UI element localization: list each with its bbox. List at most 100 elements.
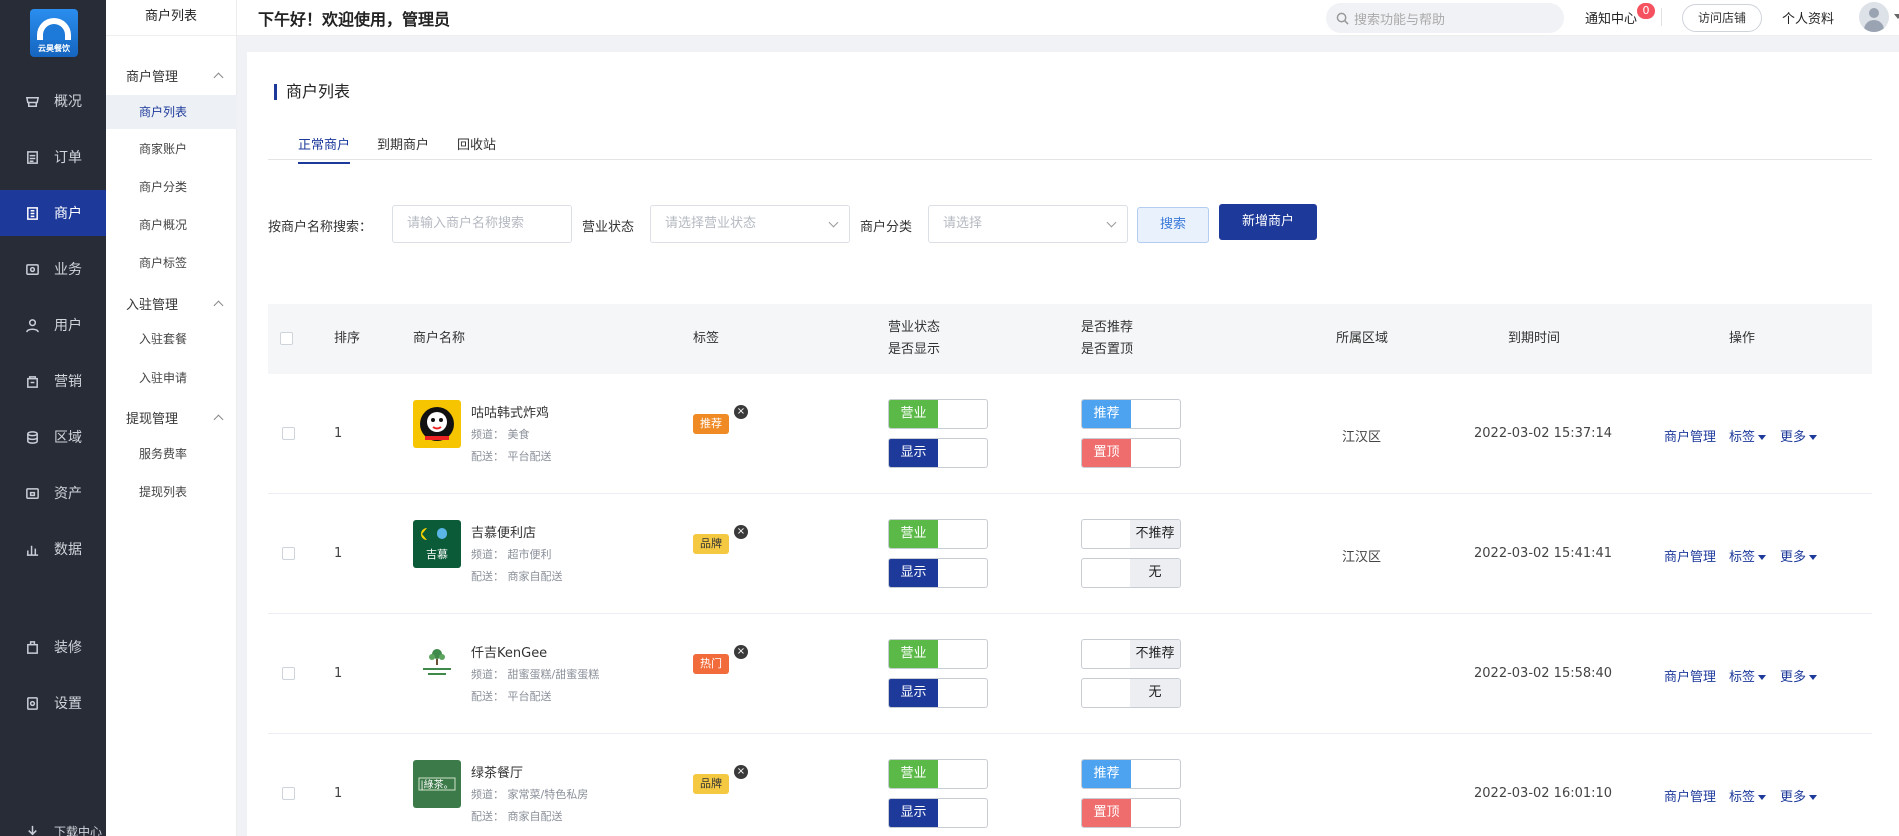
merchant-name-input[interactable]: 请输入商户名称搜索	[392, 205, 572, 243]
pin-top-toggle[interactable]: 无	[1081, 558, 1181, 588]
nav-item-download[interactable]: 下载中心	[0, 816, 106, 836]
merchant-category-select[interactable]: 请选择	[928, 205, 1128, 243]
submenu-group-merchant[interactable]: 商户管理	[126, 66, 226, 85]
caret-down-icon	[1809, 795, 1818, 800]
display-toggle[interactable]: 显示	[888, 438, 988, 468]
more-dropdown[interactable]: 更多	[1780, 786, 1818, 805]
remove-tag-icon[interactable]: ×	[734, 765, 748, 779]
nav-item-orders[interactable]: 订单	[0, 134, 106, 180]
nav-label: 商户	[54, 206, 82, 222]
submenu-group-onboarding[interactable]: 入驻管理	[126, 294, 226, 313]
tag-dropdown-label: 标签	[1729, 670, 1756, 685]
row-checkbox[interactable]	[282, 547, 295, 560]
caret-down-icon	[1758, 675, 1767, 680]
caret-down-icon[interactable]	[1894, 14, 1899, 19]
recommend-toggle[interactable]: 不推荐	[1081, 639, 1181, 669]
submenu-title: 商户列表	[106, 0, 236, 36]
remove-tag-icon[interactable]: ×	[734, 525, 748, 539]
remove-tag-icon[interactable]: ×	[734, 405, 748, 419]
nav-item-overview[interactable]: 概况	[0, 78, 106, 124]
tag-dropdown[interactable]: 标签	[1729, 546, 1767, 565]
tab-expired-merchants[interactable]: 到期商户	[377, 134, 429, 162]
pin-top-toggle[interactable]: 置顶	[1081, 438, 1181, 468]
merchant-name[interactable]: 仟吉KenGee	[471, 642, 547, 661]
tab-normal-merchants[interactable]: 正常商户	[298, 134, 351, 164]
toggle-off-label: 无	[1130, 559, 1180, 587]
submenu-item-service-rate[interactable]: 服务费率	[106, 437, 237, 471]
pin-top-toggle[interactable]: 无	[1081, 678, 1181, 708]
submenu-item-withdraw-list[interactable]: 提现列表	[106, 475, 237, 509]
toggle-on-label: 营业	[889, 640, 938, 668]
notification-center-link[interactable]: 通知中心	[1585, 8, 1637, 27]
greeting-text: 下午好！欢迎使用，管理员	[258, 10, 451, 29]
more-dropdown[interactable]: 更多	[1780, 666, 1818, 685]
visit-store-button[interactable]: 访问店铺	[1682, 4, 1762, 32]
submenu-item-onboarding-apply[interactable]: 入驻申请	[106, 361, 237, 395]
submenu-item-merchant-category[interactable]: 商户分类	[106, 170, 237, 204]
profile-link[interactable]: 个人资料	[1782, 8, 1834, 27]
chevron-up-icon	[213, 72, 224, 83]
business-status-toggle[interactable]: 营业	[888, 639, 988, 669]
nav-item-merchants[interactable]: 商户	[0, 190, 106, 236]
tag-dropdown[interactable]: 标签	[1729, 666, 1767, 685]
merchant-manage-link[interactable]: 商户管理	[1664, 786, 1716, 805]
tag-dropdown[interactable]: 标签	[1729, 426, 1767, 445]
nav-item-settings[interactable]: 设置	[0, 680, 106, 726]
merchant-tag: 热门	[693, 654, 729, 674]
submenu-group-withdraw[interactable]: 提现管理	[126, 408, 226, 427]
toggle-on-label: 显示	[889, 439, 938, 467]
submenu-item-merchant-account[interactable]: 商家账户	[106, 132, 237, 166]
merchant-name[interactable]: 绿茶餐厅	[471, 762, 523, 781]
nav-label: 用户	[54, 318, 82, 334]
nav-label: 下载中心	[54, 824, 103, 836]
display-toggle[interactable]: 显示	[888, 678, 988, 708]
business-status-toggle[interactable]: 营业	[888, 519, 988, 549]
row-checkbox[interactable]	[282, 787, 295, 800]
business-status-toggle[interactable]: 营业	[888, 399, 988, 429]
tab-recycle-bin[interactable]: 回收站	[457, 134, 496, 162]
nav-item-users[interactable]: 用户	[0, 302, 106, 348]
submenu-item-merchant-tags[interactable]: 商户标签	[106, 246, 237, 280]
merchant-manage-link[interactable]: 商户管理	[1664, 426, 1716, 445]
search-button[interactable]: 搜索	[1137, 207, 1209, 243]
row-checkbox[interactable]	[282, 427, 295, 440]
display-toggle[interactable]: 显示	[888, 558, 988, 588]
merchant-name[interactable]: 咕咕韩式炸鸡	[471, 402, 549, 421]
category-placeholder: 请选择	[943, 216, 983, 231]
merchant-manage-link[interactable]: 商户管理	[1664, 666, 1716, 685]
table-row: 1 咕咕韩式炸鸡 频道： 美食 配送： 平台配送 推荐 × 营业 显示 推荐 置…	[268, 374, 1872, 494]
more-dropdown[interactable]: 更多	[1780, 426, 1818, 445]
col-sort: 排序	[334, 331, 361, 346]
nav-item-assets[interactable]: 资产	[0, 470, 106, 516]
chevron-down-icon	[828, 217, 839, 228]
recommend-toggle[interactable]: 不推荐	[1081, 519, 1181, 549]
merchant-name[interactable]: 吉慕便利店	[471, 522, 536, 541]
tag-dropdown[interactable]: 标签	[1729, 786, 1767, 805]
brand-logo[interactable]: 云昊餐饮	[30, 9, 78, 57]
remove-tag-icon[interactable]: ×	[734, 645, 748, 659]
business-status-toggle[interactable]: 营业	[888, 759, 988, 789]
more-dropdown[interactable]: 更多	[1780, 546, 1818, 565]
business-status-select[interactable]: 请选择营业状态	[650, 205, 850, 243]
row-sort: 1	[334, 666, 343, 681]
display-toggle[interactable]: 显示	[888, 798, 988, 828]
nav-item-decoration[interactable]: 装修	[0, 624, 106, 670]
add-merchant-button[interactable]: 新增商户	[1219, 204, 1317, 240]
global-search-input[interactable]: 搜索功能与帮助	[1326, 3, 1564, 33]
avatar[interactable]	[1859, 2, 1889, 32]
search-icon	[1336, 12, 1349, 25]
nav-item-marketing[interactable]: 营销	[0, 358, 106, 404]
nav-item-data[interactable]: 数据	[0, 526, 106, 572]
recommend-toggle[interactable]: 推荐	[1081, 759, 1181, 789]
select-all-checkbox[interactable]	[280, 332, 293, 345]
nav-item-region[interactable]: 区域	[0, 414, 106, 460]
pin-top-toggle[interactable]: 置顶	[1081, 798, 1181, 828]
row-checkbox[interactable]	[282, 667, 295, 680]
submenu-item-merchant-list[interactable]: 商户列表	[106, 95, 237, 129]
nav-item-business[interactable]: 业务	[0, 246, 106, 292]
recommend-toggle[interactable]: 推荐	[1081, 399, 1181, 429]
submenu-item-onboarding-package[interactable]: 入驻套餐	[106, 322, 237, 356]
chevron-down-icon	[1106, 217, 1117, 228]
merchant-manage-link[interactable]: 商户管理	[1664, 546, 1716, 565]
submenu-item-merchant-overview[interactable]: 商户概况	[106, 208, 237, 242]
